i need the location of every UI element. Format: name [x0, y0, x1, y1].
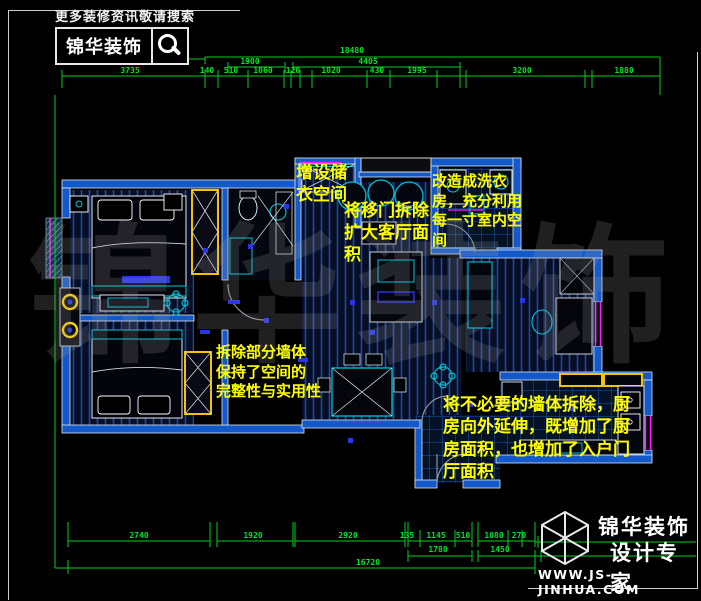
dim-bottom-1: 2740: [129, 531, 148, 540]
dim-top-9: 3200: [512, 66, 531, 75]
chair-icon: [366, 354, 382, 365]
dim-top-group1: 1900: [240, 57, 259, 66]
dim-top-7: 430: [370, 66, 384, 75]
brand-search-box[interactable]: 锦华装饰: [55, 27, 189, 65]
annotation-closet: 增设储 衣空间: [296, 162, 347, 206]
nightstand-icon: [164, 194, 182, 210]
shaft-markers: [60, 288, 80, 346]
window-left-icon: [46, 218, 62, 278]
wardrobe-icon: [192, 190, 218, 274]
dim-bottom-4: 135: [400, 531, 414, 540]
kitchen-counter-icon: [560, 374, 602, 386]
brand-name: 锦华装饰: [57, 29, 153, 63]
cube-logo-icon: [536, 509, 594, 567]
cabinet-icon: [468, 262, 492, 328]
kitchen-counter-icon: [604, 374, 642, 386]
dim-top-group2: 4405: [358, 57, 377, 66]
annotation-wall-removed: 拆除部分墙体 保持了空间的 完整性与实用性: [216, 343, 321, 402]
dim-top-1: 3735: [120, 66, 139, 75]
search-button[interactable]: [153, 29, 187, 63]
dim-top-8: 1995: [407, 66, 426, 75]
dim-bottom-9: 1780: [428, 545, 447, 554]
shower-icon: [230, 238, 252, 274]
chair-icon: [344, 354, 360, 365]
dim-top-total: 18480: [340, 46, 364, 55]
dim-top-2: 140: [200, 66, 214, 75]
dim-bottom-2: 1920: [243, 531, 262, 540]
dim-bottom-7: 1080: [484, 531, 503, 540]
top-beam: [361, 158, 431, 172]
footer-website-link[interactable]: WWW.JS-JINHUA.COM: [538, 567, 701, 597]
dim-bottom-total: 16720: [356, 558, 380, 567]
dim-bottom-10: 1450: [490, 545, 509, 554]
dim-bottom-5: 1145: [426, 531, 445, 540]
annotation-kitchen: 将不必要的墙体拆除，厨 房向外延伸，既增加了厨 房面积，也增加了入户门 厅面积: [443, 394, 630, 484]
annotation-sliding-door: 将移门拆除 扩大客厅面 积: [344, 200, 429, 266]
wardrobe-icon: [185, 352, 211, 414]
dim-top-10: 1880: [614, 66, 633, 75]
bedroom2-furniture: [92, 330, 182, 418]
dresser-icon: [100, 295, 164, 311]
annotation-laundry: 改造成洗衣 房，充分利用 每一寸室内空 间: [432, 172, 522, 250]
dim-bottom-8: 270: [512, 531, 526, 540]
footer-logo-block: 锦华装饰 设计专家 WWW.JS-JINHUA.COM: [528, 505, 701, 601]
dim-bottom-6: 510: [456, 531, 470, 540]
dim-top-4: 1060: [253, 66, 272, 75]
floorplan-sheet: 锦华装饰 更多装修资讯敬请搜索 锦华装饰 18480 1900 4405 373…: [0, 0, 701, 601]
nightstand-icon: [70, 196, 88, 212]
dim-top-3: 510: [224, 66, 238, 75]
dim-top-6: 1020: [321, 66, 340, 75]
toilet-icon: [239, 196, 257, 220]
search-icon-handle: [171, 45, 182, 56]
dim-top-5: 120: [286, 66, 300, 75]
search-hint-text: 更多装修资讯敬请搜索: [55, 6, 195, 25]
chair-icon: [394, 378, 406, 392]
desk-icon: [556, 298, 592, 354]
dim-bottom-3: 2920: [338, 531, 357, 540]
